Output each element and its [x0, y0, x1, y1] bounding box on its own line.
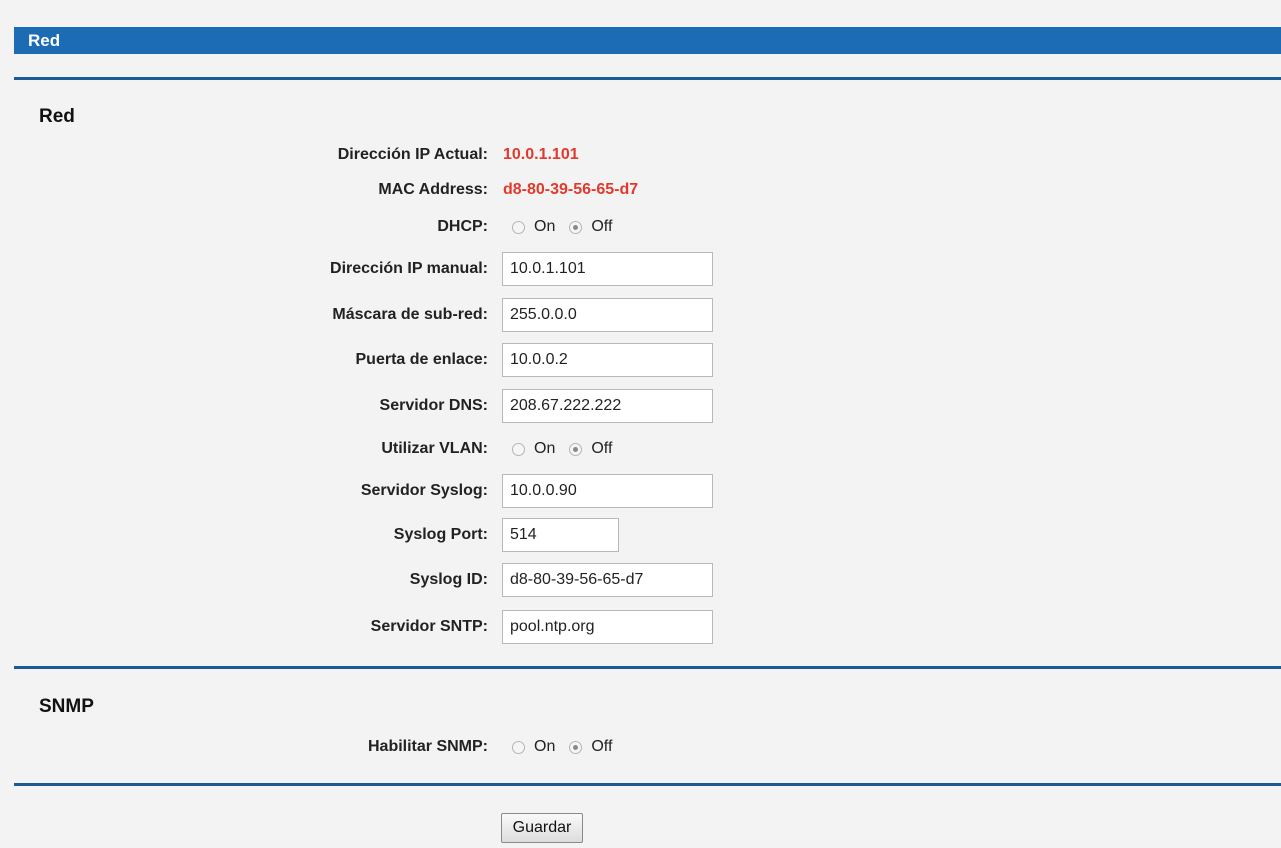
manual-ip-input[interactable]	[502, 252, 713, 286]
mac-address-value: d8-80-39-56-65-d7	[503, 181, 639, 198]
dhcp-label: DHCP:	[437, 218, 488, 235]
snmp-enable-label: Habilitar SNMP:	[367, 738, 488, 755]
row-syslog-port: Syslog Port:	[0, 518, 1281, 552]
sntp-server-input[interactable]	[502, 610, 713, 644]
row-syslog-id: Syslog ID:	[0, 563, 1281, 597]
row-dhcp: DHCP: On Off	[0, 210, 1281, 244]
divider-bottom	[14, 783, 1281, 786]
vlan-off-label[interactable]: Off	[591, 432, 612, 466]
gateway-input[interactable]	[502, 343, 713, 377]
row-syslog-server: Servidor Syslog:	[0, 474, 1281, 508]
page-header-bar: Red	[14, 27, 1281, 54]
vlan-on-label[interactable]: On	[534, 432, 555, 466]
section-title-network: Red	[39, 106, 75, 127]
subnet-mask-input[interactable]	[502, 298, 713, 332]
save-button[interactable]: Guardar	[501, 813, 583, 843]
row-mac-address: MAC Address: d8-80-39-56-65-d7	[0, 173, 1281, 207]
row-sntp-server: Servidor SNTP:	[0, 610, 1281, 644]
dhcp-radio-group: On Off	[512, 210, 626, 244]
sntp-server-label: Servidor SNTP:	[370, 618, 488, 635]
current-ip-value: 10.0.1.101	[503, 146, 579, 163]
row-vlan: Utilizar VLAN: On Off	[0, 432, 1281, 466]
vlan-radio-group: On Off	[512, 432, 626, 466]
divider-middle	[14, 666, 1281, 669]
section-title-snmp: SNMP	[39, 696, 94, 717]
dns-server-label: Servidor DNS:	[379, 397, 488, 414]
syslog-id-label: Syslog ID:	[409, 571, 488, 588]
page-header-title: Red	[28, 31, 61, 50]
dhcp-on-label[interactable]: On	[534, 210, 555, 244]
syslog-port-label: Syslog Port:	[393, 526, 488, 543]
dhcp-on-radio[interactable]	[512, 220, 525, 234]
syslog-port-input[interactable]	[502, 518, 619, 552]
vlan-on-radio[interactable]	[512, 442, 525, 456]
row-dns-server: Servidor DNS:	[0, 389, 1281, 423]
syslog-id-input[interactable]	[502, 563, 713, 597]
vlan-label: Utilizar VLAN:	[381, 440, 488, 457]
snmp-off-radio[interactable]	[569, 740, 583, 754]
divider-top	[14, 77, 1281, 80]
dhcp-off-label[interactable]: Off	[591, 210, 612, 244]
vlan-off-radio[interactable]	[569, 442, 583, 456]
row-manual-ip: Dirección IP manual:	[0, 252, 1281, 286]
snmp-on-radio[interactable]	[512, 740, 525, 754]
snmp-off-label[interactable]: Off	[591, 730, 612, 764]
subnet-mask-label: Máscara de sub-red:	[332, 306, 488, 323]
dhcp-off-radio[interactable]	[569, 220, 583, 234]
gateway-label: Puerta de enlace:	[355, 351, 489, 368]
row-current-ip: Dirección IP Actual: 10.0.1.101	[0, 138, 1281, 172]
syslog-server-input[interactable]	[502, 474, 713, 508]
row-snmp-enable: Habilitar SNMP: On Off	[0, 730, 1281, 764]
row-subnet-mask: Máscara de sub-red:	[0, 298, 1281, 332]
row-gateway: Puerta de enlace:	[0, 343, 1281, 377]
manual-ip-label: Dirección IP manual:	[330, 260, 488, 277]
snmp-radio-group: On Off	[512, 730, 626, 764]
current-ip-label: Dirección IP Actual:	[337, 146, 488, 163]
dns-server-input[interactable]	[502, 389, 713, 423]
syslog-server-label: Servidor Syslog:	[360, 482, 488, 499]
mac-address-label: MAC Address:	[378, 181, 488, 198]
snmp-on-label[interactable]: On	[534, 730, 555, 764]
